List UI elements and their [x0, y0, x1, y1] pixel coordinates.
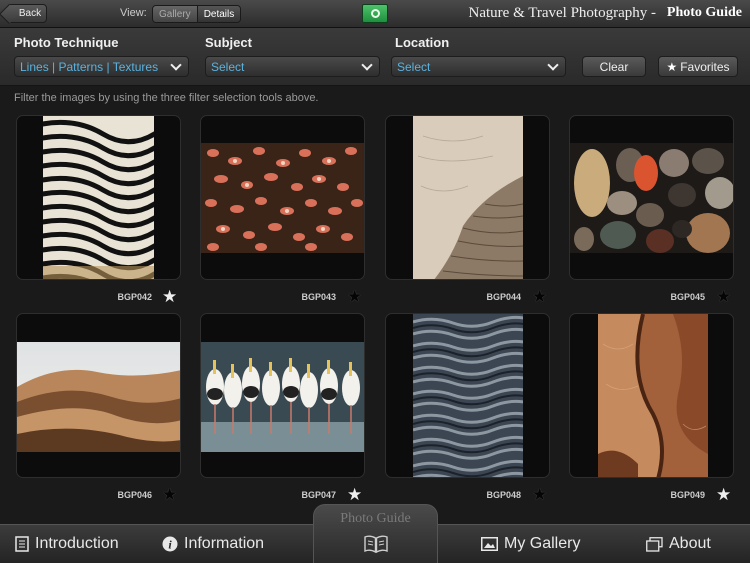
photo-id-label: BGP048 — [486, 490, 521, 500]
photo-id-label: BGP047 — [301, 490, 336, 500]
tab-information[interactable]: i Information — [162, 535, 264, 553]
view-segmented-control: Gallery Details — [152, 5, 242, 23]
tab-photo-guide-label: Photo Guide — [340, 511, 411, 526]
photo-id-label: BGP049 — [670, 490, 705, 500]
photo-sand-ripples — [413, 314, 523, 477]
back-button[interactable]: Back — [7, 4, 47, 23]
photo-rock — [598, 314, 708, 477]
image-icon — [481, 537, 498, 551]
photo-id-label: BGP045 — [670, 292, 705, 302]
view-details-option[interactable]: Details — [196, 6, 241, 22]
photo-elephant-skin — [413, 116, 523, 279]
tab-information-label: Information — [184, 535, 265, 552]
tab-introduction[interactable]: Introduction — [15, 535, 119, 553]
photo-card-bgp044[interactable] — [385, 115, 550, 280]
photo-zebras — [43, 116, 154, 279]
technique-value: Lines | Patterns | Textures — [20, 59, 159, 74]
filter-hint: Filter the images by using the three fil… — [14, 92, 319, 104]
chevron-down-icon — [547, 59, 559, 71]
view-label: View: — [120, 7, 147, 19]
photo-card-bgp046[interactable] — [16, 313, 181, 478]
chevron-down-icon — [170, 59, 182, 71]
document-icon — [15, 536, 29, 552]
photo-pebbles — [570, 143, 733, 253]
photo-id-label: BGP043 — [301, 292, 336, 302]
tab-photo-guide[interactable]: Photo Guide — [313, 504, 438, 563]
favorites-label: Favorites — [680, 59, 730, 74]
subject-label: Subject — [205, 35, 252, 50]
photo-card-bgp049[interactable] — [569, 313, 734, 478]
subject-value: Select — [211, 59, 245, 74]
photo-id-label: BGP044 — [486, 292, 521, 302]
filter-bar: Photo Technique Lines | Patterns | Textu… — [0, 28, 750, 86]
top-bar: Back View: Gallery Details Nature & Trav… — [0, 0, 750, 28]
favorite-star-icon[interactable]: ★ — [716, 486, 731, 503]
favorite-star-icon[interactable]: ★ — [532, 486, 547, 503]
star-icon: ★ — [666, 59, 678, 74]
favorites-button[interactable]: ★ Favorites — [658, 56, 738, 77]
book-icon — [364, 535, 388, 553]
photo-storks — [201, 342, 364, 452]
info-icon: i — [162, 536, 178, 552]
refresh-button[interactable] — [362, 4, 388, 23]
clear-button[interactable]: Clear — [582, 56, 646, 77]
tab-about-label: About — [669, 535, 711, 552]
photo-red-crabs — [201, 143, 364, 253]
photo-card-bgp047[interactable] — [200, 313, 365, 478]
chevron-down-icon — [361, 59, 373, 71]
favorite-star-icon[interactable]: ★ — [347, 288, 362, 305]
favorite-star-icon[interactable]: ★ — [347, 486, 362, 503]
photo-card-bgp043[interactable] — [200, 115, 365, 280]
stack-icon — [646, 536, 663, 552]
view-gallery-option[interactable]: Gallery — [153, 6, 197, 22]
tab-my-gallery[interactable]: My Gallery — [481, 535, 580, 553]
favorite-star-icon[interactable]: ★ — [162, 288, 177, 305]
location-dropdown[interactable]: Select — [391, 56, 566, 77]
subject-dropdown[interactable]: Select — [205, 56, 380, 77]
photo-id-label: BGP042 — [117, 292, 152, 302]
tab-about[interactable]: About — [646, 535, 711, 553]
refresh-icon — [370, 9, 380, 18]
favorite-star-icon[interactable]: ★ — [162, 486, 177, 503]
tab-my-gallery-label: My Gallery — [504, 535, 581, 552]
favorite-star-icon[interactable]: ★ — [532, 288, 547, 305]
technique-label: Photo Technique — [14, 35, 119, 50]
location-value: Select — [397, 59, 431, 74]
favorite-star-icon[interactable]: ★ — [716, 288, 731, 305]
tab-introduction-label: Introduction — [35, 535, 119, 552]
app-title: Nature & Travel Photography - — [468, 5, 656, 21]
guide-title: Photo Guide — [666, 5, 742, 20]
location-label: Location — [395, 35, 450, 50]
technique-dropdown[interactable]: Lines | Patterns | Textures — [14, 56, 189, 77]
photo-id-label: BGP046 — [117, 490, 152, 500]
photo-sand-dunes — [17, 342, 180, 452]
photo-card-bgp045[interactable] — [569, 115, 734, 280]
photo-card-bgp048[interactable] — [385, 313, 550, 478]
photo-card-bgp042[interactable] — [16, 115, 181, 280]
